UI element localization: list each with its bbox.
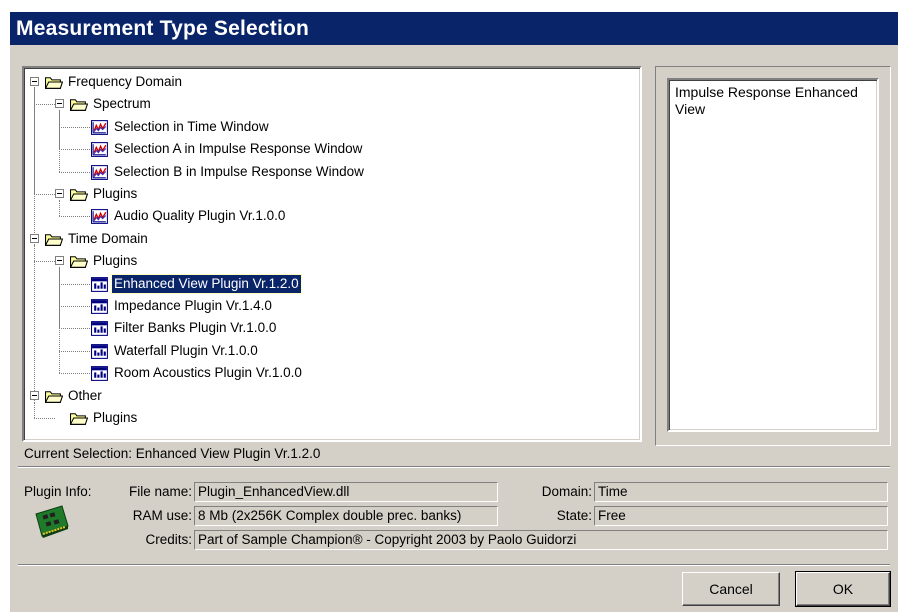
tree-item[interactable]: Impedance Plugin Vr.1.4.0 [24,296,634,316]
ok-button[interactable]: OK [795,571,891,607]
tree-node-label[interactable]: Plugins [91,252,139,270]
folder-open-icon [45,390,63,403]
tree-node-label[interactable]: Filter Banks Plugin Vr.1.0.0 [112,319,278,337]
tree-item[interactable]: Waterfall Plugin Vr.1.0.0 [24,341,634,361]
circuit-board-icon [35,505,69,538]
tree-node-label[interactable]: Plugins [91,185,139,203]
waveform-window-icon [91,343,108,359]
current-selection: Current Selection: Enhanced View Plugin … [24,446,321,461]
credits-field: Part of Sample Champion® - Copyright 200… [194,530,888,550]
tree-folder[interactable]: Spectrum [24,94,634,114]
tree-node-label[interactable]: Enhanced View Plugin Vr.1.2.0 [111,273,302,294]
tree-item[interactable]: Filter Banks Plugin Vr.1.0.0 [24,318,634,338]
collapse-icon[interactable] [30,390,39,400]
spectrum-graph-icon [91,209,109,225]
tree-node-label[interactable]: Spectrum [91,95,153,113]
folder-open-icon [70,256,88,269]
plugin-info-heading: Plugin Info: [24,484,92,499]
tree-folder[interactable]: Frequency Domain [24,72,634,92]
tree-node-label[interactable]: Selection in Time Window [112,118,271,136]
state-label: State: [556,508,592,523]
description-text: Impulse Response Enhanced View [675,84,858,117]
tree-node-label[interactable]: Selection A in Impulse Response Window [112,140,364,158]
window-title: Measurement Type Selection [10,12,898,45]
tree-folder[interactable]: Time Domain [24,229,634,249]
waveform-window-icon [91,321,108,337]
tree-node-label[interactable]: Impedance Plugin Vr.1.4.0 [112,297,274,315]
domain-label: Domain: [541,484,592,499]
waveform-window-icon [91,276,108,292]
collapse-icon[interactable] [30,233,39,243]
measurement-tree[interactable]: Frequency Domain Spectrum Selection in Tim… [22,66,642,442]
waveform-window-icon [91,299,108,314]
tree-item[interactable]: Enhanced View Plugin Vr.1.2.0 [24,273,634,294]
tree-folder[interactable]: Plugins [24,184,634,204]
file-name-field: Plugin_EnhancedView.dll [194,482,498,502]
measurement-type-dialog: Measurement Type Selection Frequency Dom… [10,12,898,612]
tree-node-label[interactable]: Plugins [91,409,139,427]
collapse-icon[interactable] [55,99,64,109]
folder-open-icon [70,189,88,201]
credits-label: Credits: [145,532,192,547]
folder-open-icon [45,234,63,246]
tree-node-label[interactable]: Other [66,387,104,405]
tree-node-label[interactable]: Audio Quality Plugin Vr.1.0.0 [112,207,287,225]
ram-use-label: RAM use: [132,508,192,523]
cancel-button[interactable]: Cancel [682,572,780,606]
spectrum-graph-icon [91,164,109,180]
folder-open-icon [70,413,88,425]
tree-item[interactable]: Selection A in Impulse Response Window [24,139,634,159]
spectrum-graph-icon [91,119,109,135]
tree-node-label[interactable]: Room Acoustics Plugin Vr.1.0.0 [112,364,304,382]
tree-folder[interactable]: Plugins [24,251,634,271]
collapse-icon[interactable] [30,77,39,86]
spectrum-graph-icon [91,142,109,158]
domain-field: Time [594,482,888,502]
tree-item[interactable]: Selection in Time Window [24,117,634,137]
tree-node-label[interactable]: Frequency Domain [66,73,184,91]
separator-top [18,466,890,468]
tree-node-label[interactable]: Selection B in Impulse Response Window [112,163,366,181]
tree-folder[interactable]: Plugins [24,408,634,428]
tree-item[interactable]: Audio Quality Plugin Vr.1.0.0 [24,206,634,226]
folder-open-icon [70,99,88,112]
tree-node-label[interactable]: Time Domain [66,230,150,248]
ram-use-field: 8 Mb (2x256K Complex double prec. banks) [194,506,498,526]
folder-open-icon [45,77,63,89]
collapse-icon[interactable] [55,189,64,198]
tree-folder[interactable]: Other [24,386,634,406]
file-name-label: File name: [128,484,192,499]
state-field: Free [594,506,888,526]
tree-item[interactable]: Selection B in Impulse Response Window [24,162,634,182]
tree-item[interactable]: Room Acoustics Plugin Vr.1.0.0 [24,363,634,383]
tree-node-label[interactable]: Waterfall Plugin Vr.1.0.0 [112,342,260,360]
collapse-icon[interactable] [55,256,64,266]
separator-bottom [18,564,890,566]
description-panel: Impulse Response Enhanced View [667,78,879,432]
waveform-window-icon [91,366,108,382]
